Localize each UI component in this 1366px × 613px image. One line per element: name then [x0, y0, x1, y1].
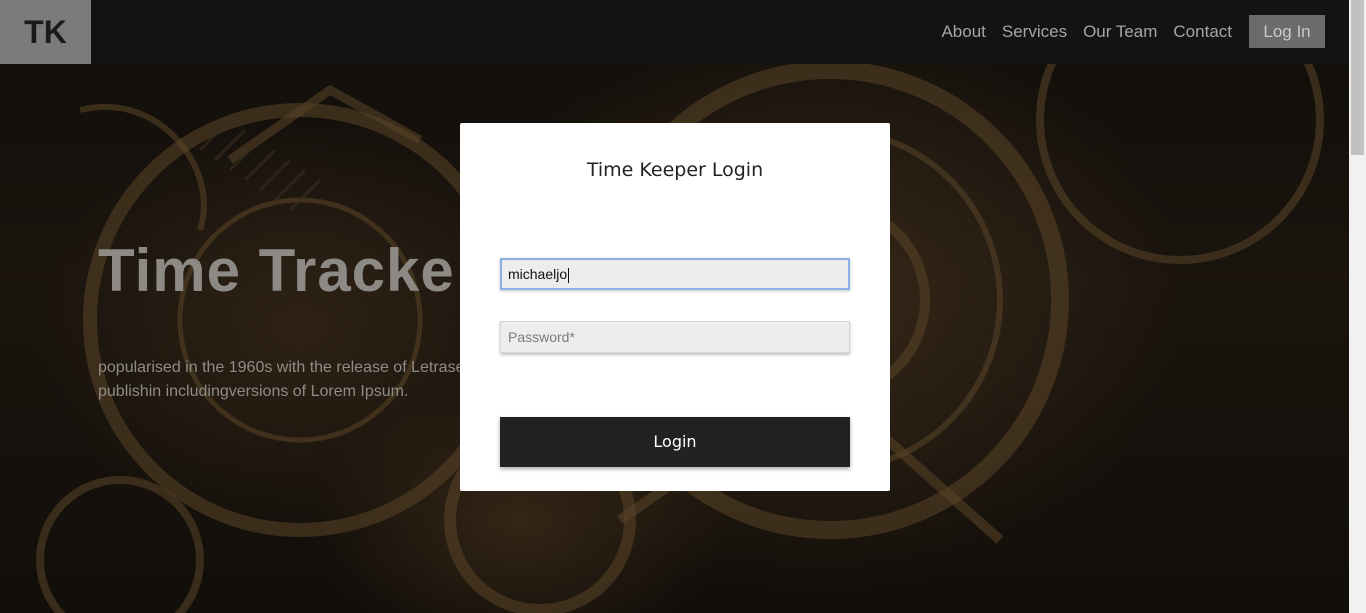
page-scrollbar[interactable]	[1349, 0, 1366, 613]
logo[interactable]: TK	[0, 0, 91, 64]
nav-links: About Services Our Team Contact Log In	[925, 15, 1325, 48]
username-input[interactable]: michaeljo	[500, 258, 850, 290]
nav-link-our-team[interactable]: Our Team	[1083, 15, 1157, 48]
scrollbar-thumb[interactable]	[1351, 0, 1364, 155]
password-input[interactable]: Password*	[500, 321, 850, 353]
top-navbar: TK About Services Our Team Contact Log I…	[0, 0, 1349, 64]
username-value: michaeljo	[508, 266, 568, 282]
password-placeholder: Password*	[508, 329, 575, 345]
modal-title: Time Keeper Login	[586, 159, 764, 181]
login-button[interactable]: Login	[500, 417, 850, 467]
nav-login-button[interactable]: Log In	[1249, 15, 1325, 48]
hero-title: Time Tracke	[98, 237, 455, 304]
nav-link-contact[interactable]: Contact	[1173, 15, 1232, 48]
text-caret	[568, 267, 570, 283]
login-modal: Time Keeper Login michaeljo Password* Lo…	[460, 123, 890, 491]
nav-link-about[interactable]: About	[941, 15, 985, 48]
nav-link-services[interactable]: Services	[1002, 15, 1067, 48]
